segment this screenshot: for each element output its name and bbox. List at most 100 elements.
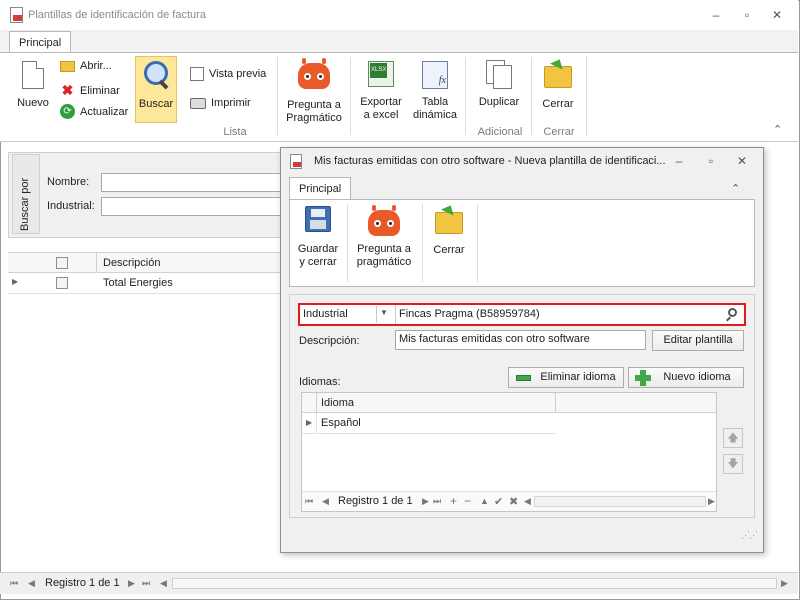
dialog-tab-principal[interactable]: Principal xyxy=(289,177,352,200)
industrial-input[interactable] xyxy=(101,197,284,216)
pregunta-label-1: Pregunta a xyxy=(287,99,341,111)
dialog-cerrar-button[interactable]: Cerrar xyxy=(428,206,470,257)
first-record-icon[interactable]: ⏮ xyxy=(305,496,313,507)
industrial-label: Industrial: xyxy=(47,200,95,212)
scroll-left-icon[interactable]: ◀ xyxy=(160,578,167,589)
minimize-button[interactable]: – xyxy=(708,8,724,22)
ribbon-separator xyxy=(531,57,532,135)
remove-record-icon[interactable]: − xyxy=(464,494,471,508)
column-divider xyxy=(96,253,97,272)
move-up-record-icon[interactable]: ▲ xyxy=(480,496,489,506)
tabla-dinamica-button[interactable]: fx Tabla dinámica xyxy=(410,61,460,122)
nuevo-label: Nuevo xyxy=(17,97,49,109)
first-record-icon[interactable]: ⏮ xyxy=(10,578,18,589)
dialog-maximize-button[interactable]: ▫ xyxy=(703,154,719,168)
dialog-minimize-button[interactable]: – xyxy=(671,154,687,168)
exportar-label-1: Exportar xyxy=(360,96,402,108)
next-record-icon[interactable]: ▶ xyxy=(128,578,135,589)
refresh-icon: ⟳ xyxy=(60,104,75,119)
imprimir-button[interactable]: Imprimir xyxy=(190,97,251,109)
buscar-button[interactable]: Buscar xyxy=(135,56,177,123)
idiomas-record-count: Registro 1 de 1 xyxy=(338,495,413,507)
guardar-cerrar-button[interactable]: Guardar y cerrar xyxy=(296,206,340,269)
list-item[interactable]: ▶ Español xyxy=(302,413,556,434)
folder-open-icon xyxy=(60,60,75,72)
scroll-left-icon[interactable]: ◀ xyxy=(524,496,531,507)
ribbon-tab-strip: Principal xyxy=(0,30,798,54)
cerrar-button[interactable]: Cerrar xyxy=(538,60,578,111)
prev-record-icon[interactable]: ◀ xyxy=(322,496,329,507)
descripcion-label: Descripción: xyxy=(299,335,360,347)
dialog-ribbon-collapse-icon[interactable]: ⌃ xyxy=(731,182,740,195)
eliminar-button[interactable]: ✖ Eliminar xyxy=(60,82,120,99)
accept-record-icon[interactable]: ✔ xyxy=(494,495,503,508)
record-count: Registro 1 de 1 xyxy=(45,577,120,589)
last-record-icon[interactable]: ⏭ xyxy=(433,496,441,507)
column-header-descripcion[interactable]: Descripción xyxy=(103,257,160,269)
guardar-label-1: Guardar xyxy=(297,243,339,255)
dialog-pregunta-label-1: Pregunta a xyxy=(357,243,411,255)
preview-icon xyxy=(190,67,204,81)
column-divider xyxy=(316,393,317,413)
group-label-cerrar: Cerrar xyxy=(543,126,575,138)
eliminar-label: Eliminar xyxy=(80,84,120,97)
horizontal-scrollbar[interactable] xyxy=(172,578,777,589)
add-record-icon[interactable]: + xyxy=(450,494,457,508)
exportar-excel-button[interactable]: XLSX Exportar a excel xyxy=(355,61,407,122)
eliminar-idioma-button[interactable]: Eliminar idioma xyxy=(508,367,624,388)
nombre-input[interactable] xyxy=(101,173,284,192)
search-panel xyxy=(8,152,284,238)
pragmatico-robot-icon xyxy=(368,205,400,236)
dialog-cerrar-label: Cerrar xyxy=(433,244,465,256)
tabla-label-1: Tabla xyxy=(421,96,449,108)
ribbon-collapse-chevron-icon[interactable]: ⌃ xyxy=(773,123,782,136)
dialog-pregunta-button[interactable]: Pregunta a pragmático xyxy=(353,205,415,269)
abrir-button[interactable]: Abrir... xyxy=(60,60,112,72)
tab-principal[interactable]: Principal xyxy=(9,31,72,54)
industrial-dropdown-label[interactable]: Industrial xyxy=(303,308,348,320)
group-label-lista: Lista xyxy=(223,126,247,138)
prev-record-icon[interactable]: ◀ xyxy=(28,578,35,589)
pregunta-pragmatico-button[interactable]: Pregunta a Pragmático xyxy=(284,58,344,125)
duplicar-button[interactable]: Duplicar xyxy=(474,60,524,109)
cancel-record-icon[interactable]: ✖ xyxy=(509,495,518,508)
chevron-down-icon[interactable]: ▼ xyxy=(380,308,388,317)
maximize-button[interactable]: ▫ xyxy=(739,8,755,22)
excel-icon: XLSX xyxy=(368,61,394,87)
dialog-ribbon-separator xyxy=(347,204,348,282)
move-up-arrow-icon[interactable]: 🡅 xyxy=(723,428,743,448)
dialog-ribbon: Guardar y cerrar Pregunta a pragmático C… xyxy=(289,199,755,287)
app-pdf-icon xyxy=(10,7,23,23)
last-record-icon[interactable]: ⏭ xyxy=(142,578,150,589)
actualizar-button[interactable]: ⟳ Actualizar xyxy=(60,104,128,119)
move-down-arrow-icon[interactable]: 🡇 xyxy=(723,454,743,474)
title-bar: Plantillas de identificación de factura … xyxy=(0,0,798,30)
close-button[interactable]: ✕ xyxy=(769,8,785,22)
vista-previa-button[interactable]: Vista previa xyxy=(190,67,266,81)
idiomas-horizontal-scrollbar[interactable] xyxy=(534,496,706,507)
printer-icon xyxy=(190,97,206,109)
scroll-right-icon[interactable]: ▶ xyxy=(781,578,788,589)
nuevo-button[interactable]: Nuevo xyxy=(14,61,52,110)
next-record-icon[interactable]: ▶ xyxy=(422,496,429,507)
column-header-idioma[interactable]: Idioma xyxy=(321,397,354,409)
row-checkbox[interactable] xyxy=(56,277,68,289)
vista-previa-label: Vista previa xyxy=(209,68,267,80)
resize-grip-icon[interactable]: ⋰⋰ xyxy=(741,531,758,544)
nuevo-idioma-button[interactable]: Nuevo idioma xyxy=(628,367,744,388)
table-row[interactable]: ▶ Total Energies xyxy=(8,273,284,294)
dialog-title-bar: Mis facturas emitidas con otro software … xyxy=(281,148,763,176)
industrial-value-input[interactable]: Fincas Pragma (B58959784) xyxy=(399,308,540,320)
dialog-ribbon-separator xyxy=(477,204,478,282)
imprimir-label: Imprimir xyxy=(211,97,251,109)
dialog-close-button[interactable]: ✕ xyxy=(734,154,750,168)
editar-plantilla-button[interactable]: Editar plantilla xyxy=(652,330,744,351)
select-all-checkbox[interactable] xyxy=(56,257,68,269)
scroll-right-icon[interactable]: ▶ xyxy=(708,496,715,507)
nombre-label: Nombre: xyxy=(47,176,90,188)
window-title: Plantillas de identificación de factura xyxy=(28,9,206,21)
duplicate-icon xyxy=(486,60,512,89)
industrial-search-icon[interactable] xyxy=(725,306,742,323)
descripcion-input[interactable]: Mis facturas emitidas con otro software xyxy=(395,330,646,350)
buscar-por-tab[interactable]: Buscar por xyxy=(12,154,40,234)
